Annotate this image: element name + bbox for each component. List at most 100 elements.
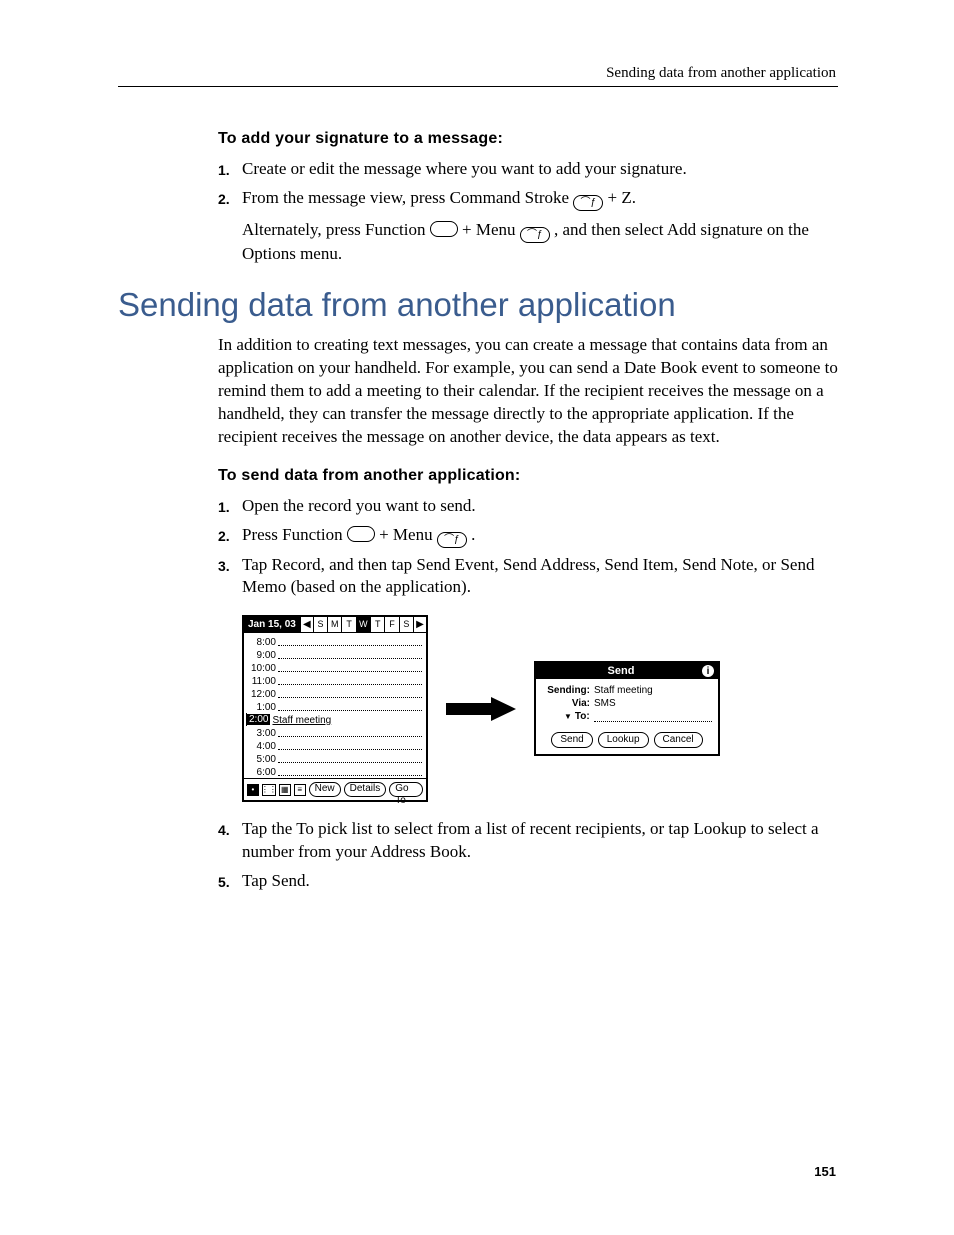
- new-button[interactable]: New: [309, 782, 341, 797]
- row-line: [278, 696, 422, 698]
- day-tab-s2[interactable]: S: [399, 617, 413, 632]
- lookup-button[interactable]: Lookup: [598, 732, 649, 748]
- time-label: 1:00: [246, 702, 278, 713]
- menu-key-icon: ⌒ƒ: [520, 227, 550, 243]
- time-label: 3:00: [246, 728, 278, 739]
- command-stroke-icon: ⌒ƒ: [573, 195, 603, 211]
- figure: Jan 15, 03 ◀ S M T W T F S ▶ 8:00 9:00 1…: [242, 615, 838, 802]
- day-tab-f[interactable]: F: [384, 617, 398, 632]
- send-dialog-titlebar: Send i: [536, 663, 718, 679]
- day-tab-w[interactable]: W: [356, 617, 370, 632]
- function-key-icon: [430, 221, 458, 237]
- send-button[interactable]: Send: [551, 732, 592, 748]
- row-line: [278, 683, 422, 685]
- page-number: 151: [814, 1164, 836, 1179]
- event-row[interactable]: 2:00 Staff meeting: [246, 713, 422, 726]
- row-line: [278, 748, 422, 750]
- via-label: Via:: [542, 698, 594, 709]
- text-fragment: Press Function: [242, 525, 347, 544]
- time-row[interactable]: 1:00: [246, 700, 422, 713]
- row-line: [278, 670, 422, 672]
- time-row[interactable]: 11:00: [246, 674, 422, 687]
- time-row[interactable]: 6:00: [246, 765, 422, 778]
- day-tab-m[interactable]: M: [327, 617, 341, 632]
- time-label: 12:00: [246, 689, 278, 700]
- step-number: 1.: [218, 161, 242, 180]
- time-label: 6:00: [246, 767, 278, 778]
- sending-value: Staff meeting: [594, 685, 653, 696]
- signature-steps: 1. Create or edit the message where you …: [218, 158, 838, 266]
- step-text: Tap the To pick list to select from a li…: [242, 818, 838, 864]
- event-time: 2:00: [247, 714, 270, 725]
- time-row[interactable]: 9:00: [246, 648, 422, 661]
- running-head: Sending data from another application: [606, 65, 836, 82]
- send-dialog: Send i Sending: Staff meeting Via: SMS T…: [534, 661, 720, 756]
- send-step-4: 4. Tap the To pick list to select from a…: [218, 818, 838, 864]
- step-text: Open the record you want to send.: [242, 495, 838, 518]
- send-dialog-body: Sending: Staff meeting Via: SMS To:: [536, 679, 718, 730]
- time-row[interactable]: 4:00: [246, 739, 422, 752]
- row-line: [278, 735, 422, 737]
- step-text: Create or edit the message where you wan…: [242, 158, 838, 181]
- send-dialog-buttons: Send Lookup Cancel: [536, 730, 718, 750]
- details-button[interactable]: Details: [344, 782, 387, 797]
- text-fragment: + Menu: [462, 220, 520, 239]
- day-tab-t2[interactable]: T: [370, 617, 384, 632]
- to-line: To:: [542, 711, 712, 722]
- prev-week-arrow[interactable]: ◀: [300, 617, 313, 632]
- goto-button[interactable]: Go To: [389, 782, 423, 797]
- send-step-5: 5. Tap Send.: [218, 870, 838, 893]
- datebook-screen: Jan 15, 03 ◀ S M T W T F S ▶ 8:00 9:00 1…: [242, 615, 428, 802]
- time-label: 10:00: [246, 663, 278, 674]
- text-fragment: .: [471, 525, 475, 544]
- send-steps-cont: 4. Tap the To pick list to select from a…: [218, 818, 838, 893]
- sending-line: Sending: Staff meeting: [542, 685, 712, 696]
- row-line: [278, 709, 422, 711]
- step-text: Tap Send.: [242, 870, 838, 893]
- via-value: SMS: [594, 698, 616, 709]
- row-line: [278, 644, 422, 646]
- event-label[interactable]: Staff meeting: [272, 715, 331, 726]
- cancel-button[interactable]: Cancel: [654, 732, 703, 748]
- to-field[interactable]: [594, 711, 712, 722]
- arrow-icon: [446, 697, 516, 721]
- send-steps: 1. Open the record you want to send. 2. …: [218, 495, 838, 600]
- time-label: 11:00: [246, 676, 278, 687]
- agenda-view-icon[interactable]: ≡: [294, 784, 306, 796]
- row-line: [278, 774, 422, 776]
- signature-step-1: 1. Create or edit the message where you …: [218, 158, 838, 181]
- function-key-icon: [347, 526, 375, 542]
- header-rule: [118, 86, 838, 87]
- step-text: From the message view, press Command Str…: [242, 187, 838, 266]
- next-week-arrow[interactable]: ▶: [413, 617, 426, 632]
- to-picklist[interactable]: To:: [564, 711, 590, 722]
- step-text: Tap Record, and then tap Send Event, Sen…: [242, 554, 838, 600]
- day-view-icon[interactable]: •: [247, 784, 259, 796]
- row-line: [278, 657, 422, 659]
- signature-subhead: To add your signature to a message:: [218, 130, 838, 148]
- time-row[interactable]: 10:00: [246, 661, 422, 674]
- info-icon[interactable]: i: [702, 665, 714, 677]
- datebook-footer: • ⋮⋮ ▦ ≡ New Details Go To: [244, 778, 426, 800]
- day-tab-t1[interactable]: T: [341, 617, 355, 632]
- day-tab-s1[interactable]: S: [313, 617, 327, 632]
- step-number: 3.: [218, 557, 242, 576]
- time-row[interactable]: 3:00: [246, 726, 422, 739]
- month-view-icon[interactable]: ▦: [279, 784, 291, 796]
- content-area: To add your signature to a message: 1. C…: [118, 130, 838, 909]
- step-text: Press Function + Menu ⌒ƒ .: [242, 524, 838, 548]
- send-step-1: 1. Open the record you want to send.: [218, 495, 838, 518]
- step-number: 5.: [218, 873, 242, 892]
- step-number: 2.: [218, 190, 242, 209]
- time-row[interactable]: 12:00: [246, 687, 422, 700]
- text-fragment: + Z.: [608, 188, 636, 207]
- time-label: 8:00: [246, 637, 278, 648]
- section-heading: Sending data from another application: [118, 286, 838, 324]
- time-row[interactable]: 5:00: [246, 752, 422, 765]
- row-line: [278, 761, 422, 763]
- page: Sending data from another application To…: [0, 0, 954, 1235]
- time-row[interactable]: 8:00: [246, 635, 422, 648]
- intro-paragraph: In addition to creating text messages, y…: [218, 334, 838, 449]
- week-view-icon[interactable]: ⋮⋮: [262, 784, 276, 796]
- datebook-date: Jan 15, 03: [244, 617, 300, 632]
